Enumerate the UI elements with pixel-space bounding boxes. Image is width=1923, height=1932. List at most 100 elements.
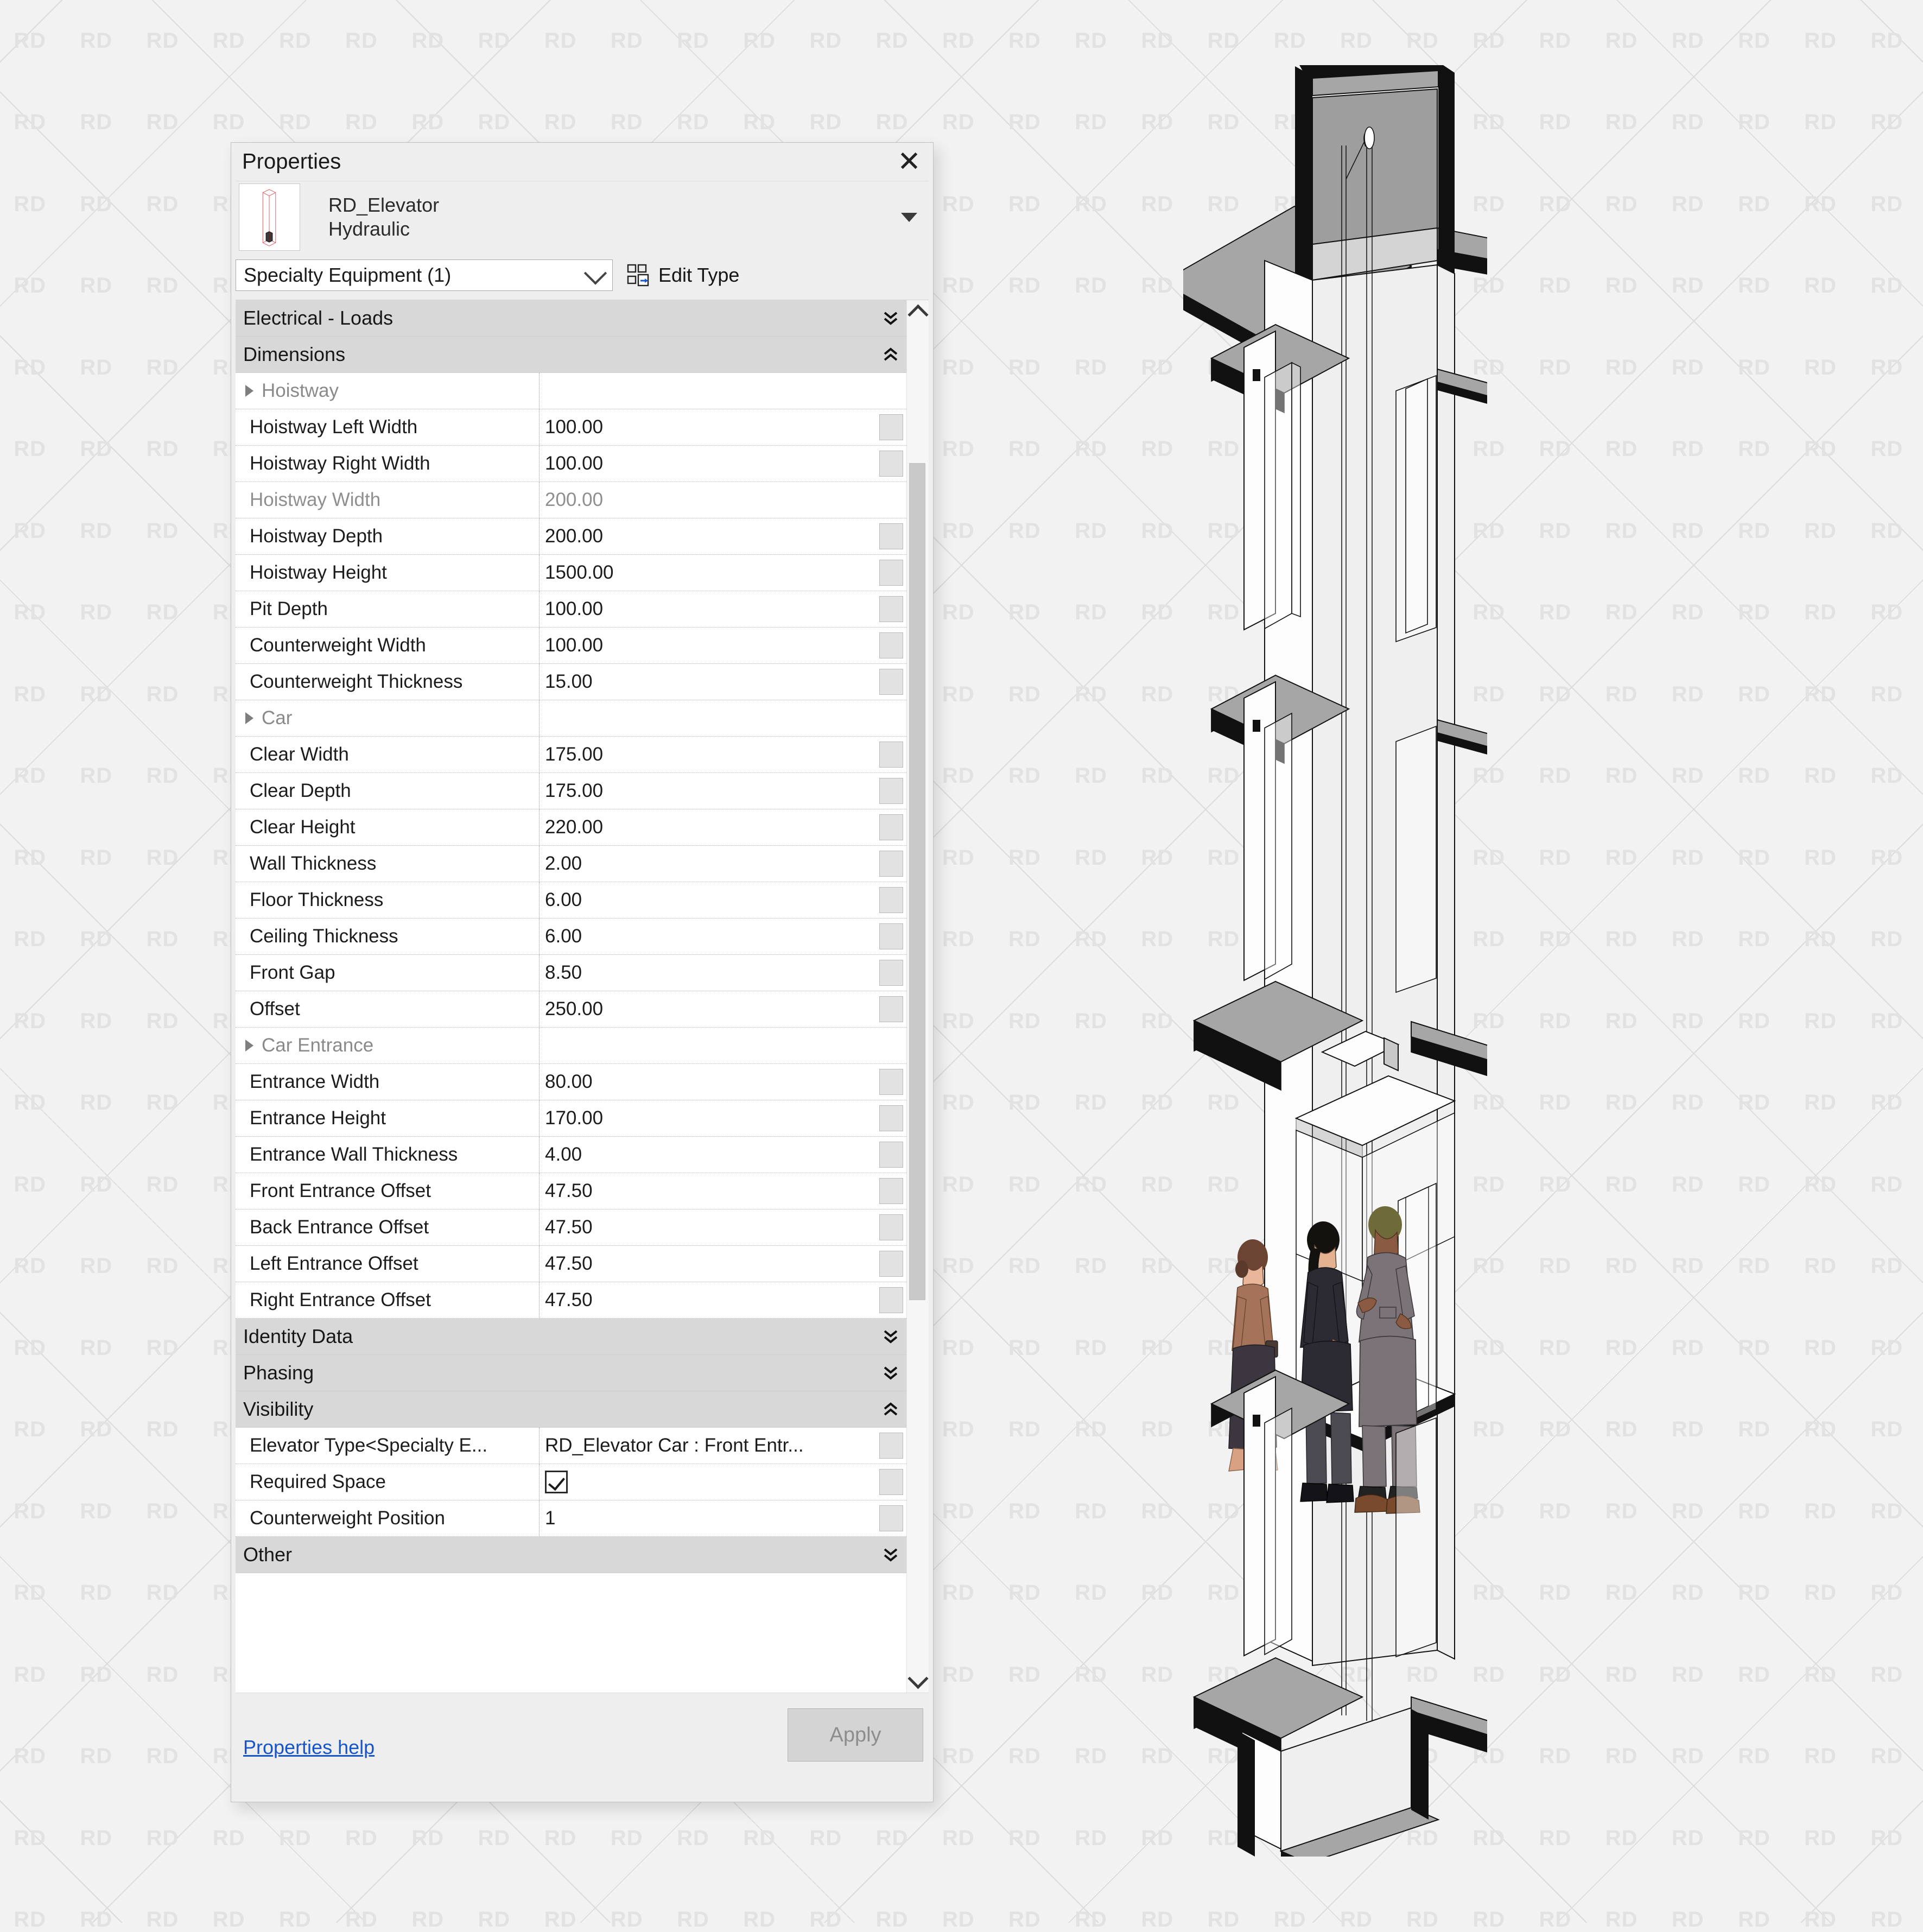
property-row[interactable]: Entrance Wall Thickness4.00	[236, 1137, 906, 1173]
property-row[interactable]: Hoistway Depth200.00	[236, 518, 906, 555]
checkbox-checked-icon[interactable]	[545, 1471, 568, 1493]
expand-triangle-icon[interactable]	[245, 1040, 253, 1051]
property-row[interactable]: Counterweight Position1	[236, 1500, 906, 1537]
property-action-button[interactable]	[879, 560, 903, 586]
property-action-button[interactable]	[879, 451, 903, 477]
property-action-button[interactable]	[879, 1214, 903, 1240]
property-value-cell[interactable]: 6.00	[540, 882, 879, 918]
property-value-cell[interactable]	[540, 373, 879, 409]
property-row[interactable]: Pit Depth100.00	[236, 591, 906, 628]
property-subheader-row[interactable]: Car	[236, 700, 906, 737]
property-value-cell[interactable]: 100.00	[540, 628, 879, 663]
property-row[interactable]: Right Entrance Offset47.50	[236, 1282, 906, 1319]
property-row[interactable]: Front Gap8.50	[236, 955, 906, 991]
property-row[interactable]: Wall Thickness2.00	[236, 846, 906, 882]
property-value-cell[interactable]: RD_Elevator Car : Front Entr...	[540, 1428, 879, 1464]
property-action-button[interactable]	[879, 632, 903, 658]
expand-triangle-icon[interactable]	[245, 385, 253, 397]
property-group-dimensions[interactable]: Dimensions	[236, 337, 906, 373]
property-subheader-row[interactable]: Car Entrance	[236, 1028, 906, 1064]
property-group-other[interactable]: Other	[236, 1537, 906, 1573]
property-action-button[interactable]	[879, 996, 903, 1022]
property-action-button[interactable]	[879, 1433, 903, 1459]
property-action-button[interactable]	[879, 1178, 903, 1204]
property-row[interactable]: Offset250.00	[236, 991, 906, 1028]
property-action-button[interactable]	[879, 414, 903, 440]
type-info[interactable]: RD_Elevator Hydraulic	[328, 193, 893, 241]
property-action-button[interactable]	[879, 523, 903, 549]
double-chevron-down-icon[interactable]	[883, 1548, 899, 1562]
property-value-cell[interactable]: 220.00	[540, 809, 879, 845]
property-action-button[interactable]	[879, 923, 903, 949]
properties-help-link[interactable]: Properties help	[243, 1736, 375, 1759]
property-row[interactable]: Left Entrance Offset47.50	[236, 1246, 906, 1282]
property-value-cell[interactable]: 15.00	[540, 664, 879, 700]
property-value-cell[interactable]: 6.00	[540, 919, 879, 954]
property-value-cell[interactable]	[540, 700, 879, 736]
property-row[interactable]: Counterweight Thickness15.00	[236, 664, 906, 700]
property-row[interactable]: Hoistway Left Width100.00	[236, 409, 906, 446]
property-row[interactable]: Hoistway Width200.00	[236, 482, 906, 518]
property-value-cell[interactable]: 100.00	[540, 409, 879, 445]
double-chevron-up-icon[interactable]	[883, 347, 899, 362]
property-action-button[interactable]	[879, 1505, 903, 1531]
scroll-down-icon[interactable]	[907, 1669, 929, 1693]
scrollbar-thumb[interactable]	[909, 463, 925, 1300]
property-row[interactable]: Floor Thickness6.00	[236, 882, 906, 919]
property-value-cell[interactable]: 175.00	[540, 737, 879, 772]
property-row[interactable]: Front Entrance Offset47.50	[236, 1173, 906, 1209]
expand-triangle-icon[interactable]	[245, 712, 253, 724]
apply-button[interactable]: Apply	[788, 1708, 923, 1762]
property-row[interactable]: Ceiling Thickness6.00	[236, 919, 906, 955]
double-chevron-up-icon[interactable]	[883, 1402, 899, 1416]
property-action-button[interactable]	[879, 1287, 903, 1313]
property-group-visibility[interactable]: Visibility	[236, 1391, 906, 1428]
property-value-cell[interactable]: 250.00	[540, 991, 879, 1027]
property-value-cell[interactable]: 80.00	[540, 1064, 879, 1100]
property-row[interactable]: Counterweight Width100.00	[236, 628, 906, 664]
property-row[interactable]: Entrance Width80.00	[236, 1064, 906, 1100]
double-chevron-down-icon[interactable]	[883, 311, 899, 325]
property-value-cell[interactable]: 47.50	[540, 1246, 879, 1282]
property-action-button[interactable]	[879, 1469, 903, 1495]
property-value-cell[interactable]: 8.50	[540, 955, 879, 991]
property-row[interactable]: Entrance Height170.00	[236, 1100, 906, 1137]
property-action-button[interactable]	[879, 742, 903, 768]
double-chevron-down-icon[interactable]	[883, 1366, 899, 1380]
property-value-cell[interactable]: 1	[540, 1500, 879, 1536]
property-action-button[interactable]	[879, 1251, 903, 1277]
property-row[interactable]: Clear Width175.00	[236, 737, 906, 773]
property-value-cell[interactable]: 1500.00	[540, 555, 879, 591]
property-value-cell[interactable]: 47.50	[540, 1282, 879, 1318]
property-group-phasing[interactable]: Phasing	[236, 1355, 906, 1391]
property-row[interactable]: Clear Height220.00	[236, 809, 906, 846]
property-list-scrollbar[interactable]	[906, 300, 929, 1693]
edit-type-button[interactable]: Edit Type	[627, 264, 739, 287]
close-icon[interactable]: ✕	[893, 147, 925, 177]
property-action-button[interactable]	[879, 814, 903, 840]
property-value-cell[interactable]: 100.00	[540, 446, 879, 482]
property-value-cell[interactable]: 200.00	[540, 518, 879, 554]
property-action-button[interactable]	[879, 851, 903, 877]
property-value-cell[interactable]: 170.00	[540, 1100, 879, 1136]
double-chevron-down-icon[interactable]	[883, 1329, 899, 1344]
property-row[interactable]: Back Entrance Offset47.50	[236, 1209, 906, 1246]
property-action-button[interactable]	[879, 1069, 903, 1095]
property-subheader-row[interactable]: Hoistway	[236, 373, 906, 409]
property-row[interactable]: Hoistway Height1500.00	[236, 555, 906, 591]
property-group-identity-data[interactable]: Identity Data	[236, 1319, 906, 1355]
property-row[interactable]: Required Space	[236, 1464, 906, 1500]
property-row[interactable]: Elevator Type<Specialty E...RD_Elevator …	[236, 1428, 906, 1464]
property-value-cell[interactable]: 2.00	[540, 846, 879, 882]
property-value-cell[interactable]: 200.00	[540, 482, 879, 518]
property-group-electrical-loads[interactable]: Electrical - Loads	[236, 300, 906, 337]
property-action-button[interactable]	[879, 778, 903, 804]
chevron-down-icon[interactable]	[893, 201, 925, 233]
property-value-cell[interactable]: 47.50	[540, 1173, 879, 1209]
property-value-cell[interactable]	[540, 1464, 879, 1500]
property-action-button[interactable]	[879, 960, 903, 986]
property-row[interactable]: Clear Depth175.00	[236, 773, 906, 809]
category-select[interactable]: Specialty Equipment (1)	[236, 259, 613, 291]
property-value-cell[interactable]: 47.50	[540, 1209, 879, 1245]
scroll-up-icon[interactable]	[907, 300, 929, 324]
